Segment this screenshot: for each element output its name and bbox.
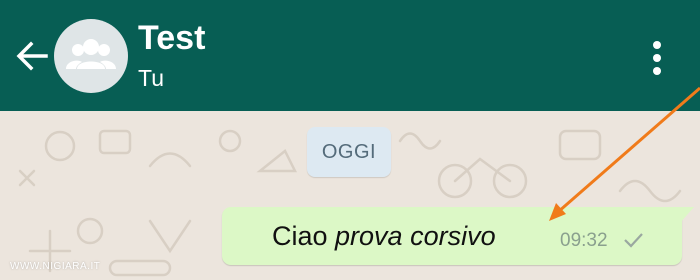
overflow-menu-button[interactable] xyxy=(640,36,674,80)
message-time: 09:32 xyxy=(560,230,608,251)
group-avatar[interactable] xyxy=(54,19,128,93)
chat-area[interactable]: OGGI Ciao prova corsivo 09:32 xyxy=(0,111,700,280)
chat-subtitle: Tu xyxy=(138,65,164,91)
single-check-icon xyxy=(624,233,643,248)
more-vertical-icon-dot xyxy=(653,54,661,62)
date-chip: OGGI xyxy=(307,127,391,177)
chat-header: Test Tu xyxy=(0,0,700,111)
message-text-italic: prova corsivo xyxy=(335,221,496,251)
watermark: WWW.NIGIARA.IT xyxy=(10,261,101,272)
message-bubble-outgoing[interactable]: Ciao prova corsivo 09:32 xyxy=(222,207,694,265)
back-button[interactable] xyxy=(10,32,54,80)
message-text: Ciao prova corsivo xyxy=(272,220,496,252)
group-avatar-icon xyxy=(66,39,116,69)
message-text-normal: Ciao xyxy=(272,221,336,251)
arrow-left-icon xyxy=(16,41,48,71)
more-vertical-icon-dot xyxy=(653,67,661,75)
bubble-tail xyxy=(680,207,694,223)
chat-title[interactable]: Test xyxy=(138,18,205,58)
more-vertical-icon xyxy=(653,41,661,49)
